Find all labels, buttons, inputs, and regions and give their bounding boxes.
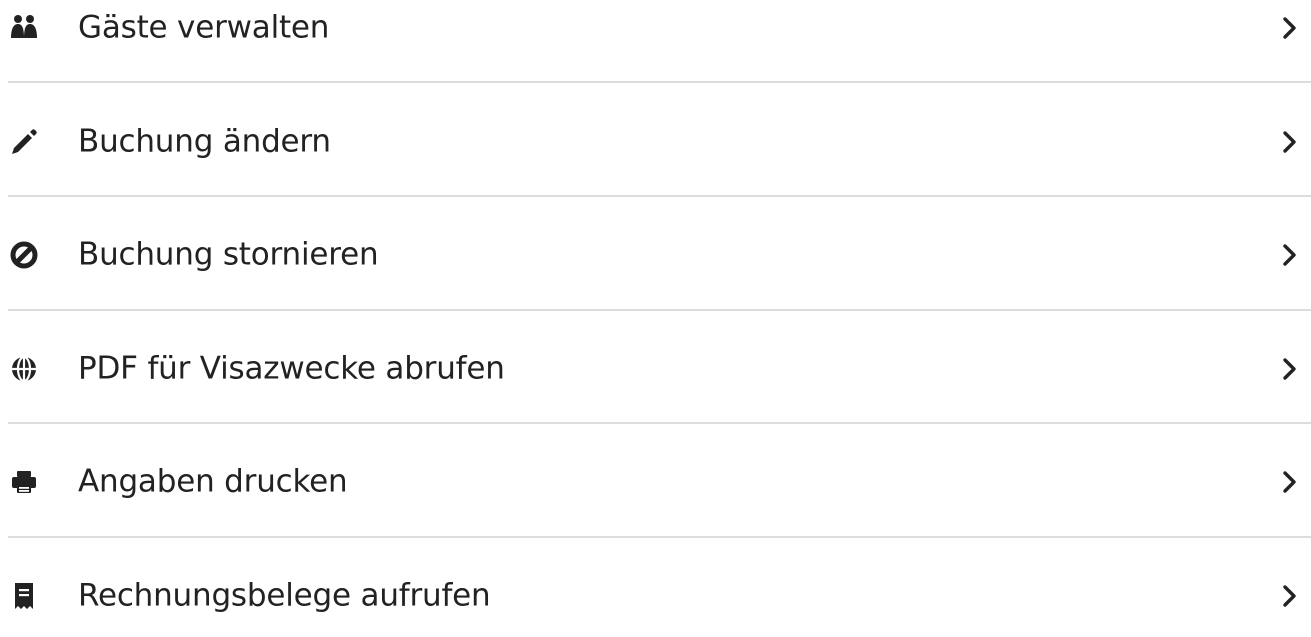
divider — [8, 81, 1311, 83]
menu-item-manage-guests[interactable]: Gäste verwalten — [0, 0, 1311, 69]
menu-item-visa-pdf[interactable]: PDF für Visazwecke abrufen — [0, 328, 1311, 410]
chevron-right-icon — [1281, 129, 1299, 155]
divider — [8, 536, 1311, 538]
printer-icon — [8, 466, 40, 498]
users-icon — [8, 12, 40, 44]
divider — [8, 422, 1311, 424]
booking-actions-menu: Gäste verwalten Buchung ändern Buchung s… — [0, 0, 1311, 612]
ban-icon — [8, 239, 40, 271]
menu-item-cancel-booking[interactable]: Buchung stornieren — [0, 214, 1311, 296]
receipt-icon — [8, 580, 40, 612]
menu-item-label: Buchung stornieren — [78, 236, 379, 273]
menu-item-label: Buchung ändern — [78, 123, 331, 160]
menu-item-label: Rechnungsbelege aufrufen — [78, 577, 491, 614]
menu-item-label: PDF für Visazwecke abrufen — [78, 350, 505, 387]
divider — [8, 309, 1311, 311]
chevron-right-icon — [1281, 469, 1299, 495]
menu-item-print-details[interactable]: Angaben drucken — [0, 441, 1311, 523]
chevron-right-icon — [1281, 583, 1299, 609]
divider — [8, 195, 1311, 197]
chevron-right-icon — [1281, 15, 1299, 41]
chevron-right-icon — [1281, 356, 1299, 382]
menu-item-label: Gäste verwalten — [78, 9, 330, 46]
menu-item-change-booking[interactable]: Buchung ändern — [0, 101, 1311, 183]
menu-item-label: Angaben drucken — [78, 463, 348, 500]
pencil-icon — [8, 126, 40, 158]
menu-item-receipts[interactable]: Rechnungsbelege aufrufen — [0, 555, 1311, 637]
globe-icon — [8, 353, 40, 385]
chevron-right-icon — [1281, 242, 1299, 268]
